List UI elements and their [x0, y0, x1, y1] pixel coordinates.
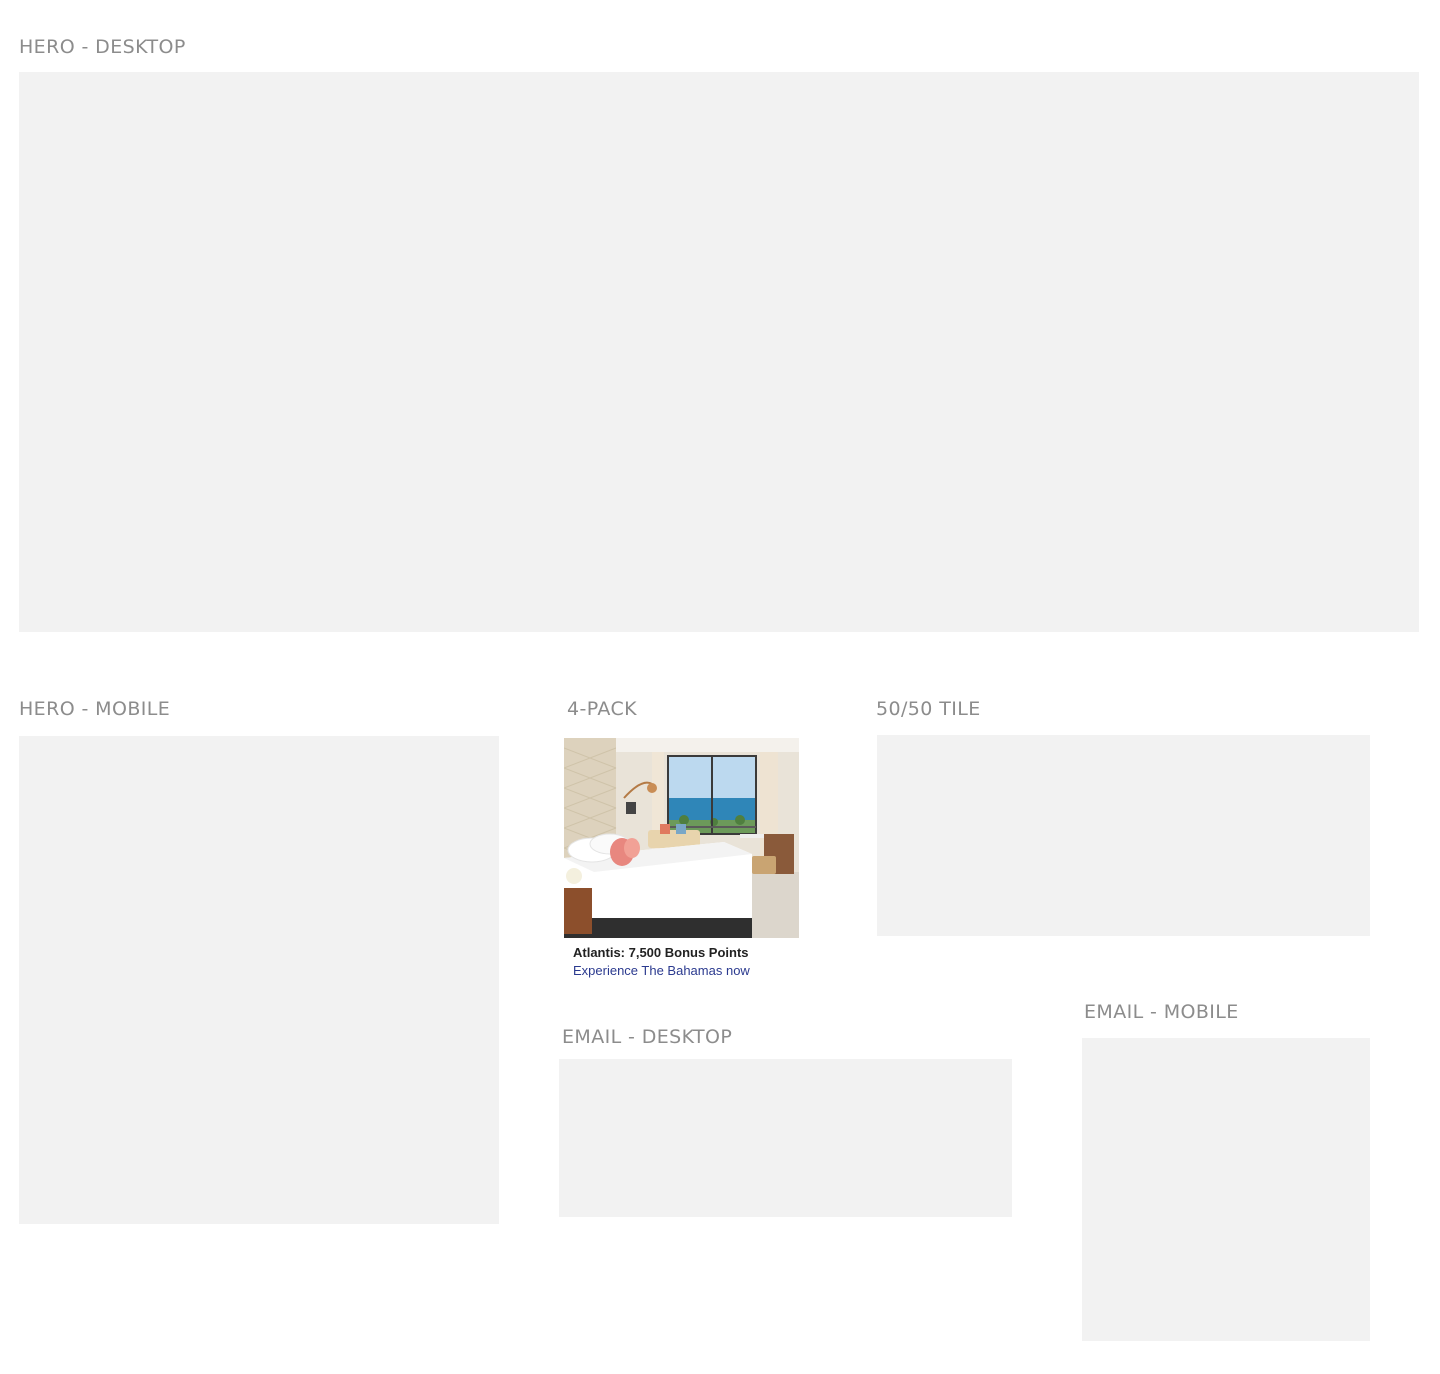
hero-mobile-label: HERO - MOBILE [19, 698, 171, 720]
four-pack-card[interactable]: Atlantis: 7,500 Bonus Points Experience … [564, 738, 799, 978]
fifty-tile-label: 50/50 TILE [876, 698, 981, 720]
four-pack-card-title[interactable]: Atlantis: 7,500 Bonus Points [573, 945, 749, 960]
email-mobile-label: EMAIL - MOBILE [1084, 1001, 1239, 1023]
hero-mobile-placeholder [19, 736, 499, 1224]
hero-desktop-placeholder [19, 72, 1419, 632]
hotel-room-image [564, 738, 799, 938]
email-mobile-placeholder [1082, 1038, 1370, 1341]
four-pack-card-link[interactable]: Experience The Bahamas now [573, 963, 750, 978]
four-pack-label: 4-PACK [567, 698, 637, 720]
fifty-tile-placeholder [877, 735, 1370, 936]
hero-desktop-label: HERO - DESKTOP [19, 36, 186, 58]
email-desktop-label: EMAIL - DESKTOP [562, 1026, 733, 1048]
email-desktop-placeholder [559, 1059, 1012, 1217]
